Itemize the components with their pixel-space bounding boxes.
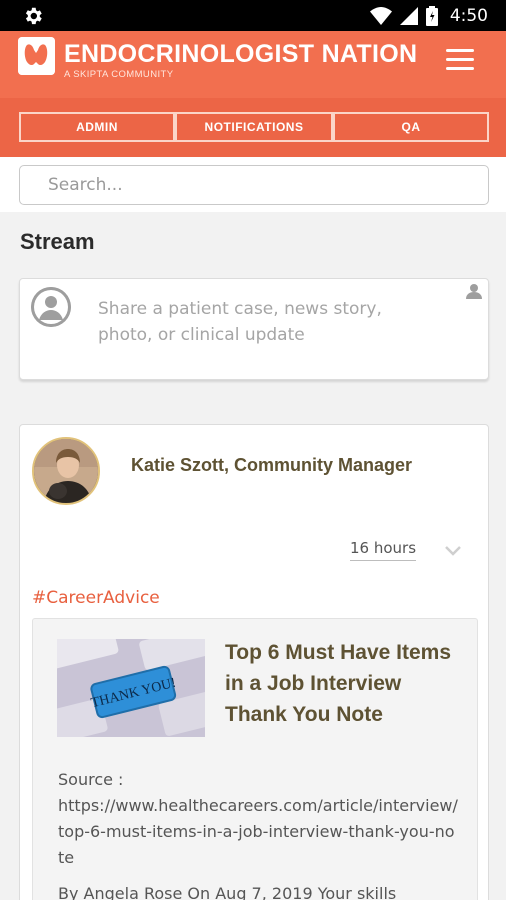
chevron-down-icon[interactable] [444, 545, 462, 557]
post-card: Katie Szott, Community Manager 16 hours … [19, 424, 489, 900]
post-hashtag[interactable]: #CareerAdvice [32, 588, 160, 608]
thyroid-logo-icon [18, 37, 55, 75]
post-time: 16 hours [350, 539, 417, 561]
status-bar: 4:50 [0, 0, 506, 31]
article-title[interactable]: Top 6 Must Have Items in a Job Interview… [225, 637, 455, 730]
author-avatar[interactable] [32, 437, 100, 505]
app-header: ENDOCRINOLOGIST NATION A SKIPTA COMMUNIT… [0, 31, 506, 98]
user-icon[interactable] [466, 283, 482, 299]
article-thumbnail[interactable]: THANK YOU! [57, 639, 205, 737]
author-name[interactable]: Katie Szott, Community Manager [131, 455, 412, 476]
source-label: Source : [58, 770, 124, 789]
post-composer[interactable]: Share a patient case, news story, photo,… [19, 278, 489, 380]
article-preview[interactable]: THANK YOU! Top 6 Must Have Items in a Jo… [32, 618, 478, 900]
signal-icon [399, 7, 418, 25]
user-avatar [31, 287, 71, 327]
tab-notifications[interactable]: NOTIFICATIONS [175, 112, 333, 142]
hamburger-menu-icon[interactable] [446, 49, 476, 73]
source-url[interactable]: https://www.healthecareers.com/article/i… [58, 793, 458, 871]
app-title: ENDOCRINOLOGIST NATION [64, 40, 418, 68]
article-source: Source : https://www.healthecareers.com/… [58, 767, 458, 871]
article-byline: By Angela Rose On Aug 7, 2019 Your skill… [58, 884, 397, 900]
search-box [19, 165, 489, 205]
search-bar [0, 157, 506, 212]
search-input[interactable] [20, 166, 488, 204]
stream-title: Stream [20, 229, 95, 254]
battery-icon [425, 6, 438, 26]
status-time: 4:50 [449, 6, 488, 26]
tab-admin[interactable]: ADMIN [19, 112, 175, 142]
composer-prompt[interactable]: Share a patient case, news story, photo,… [98, 296, 438, 348]
tab-bar: ADMIN NOTIFICATIONS QA [0, 98, 506, 157]
wifi-icon [369, 7, 392, 25]
tab-qa[interactable]: QA [333, 112, 489, 142]
app-subtitle: A SKIPTA COMMUNITY [64, 69, 174, 80]
gear-icon [25, 7, 42, 25]
